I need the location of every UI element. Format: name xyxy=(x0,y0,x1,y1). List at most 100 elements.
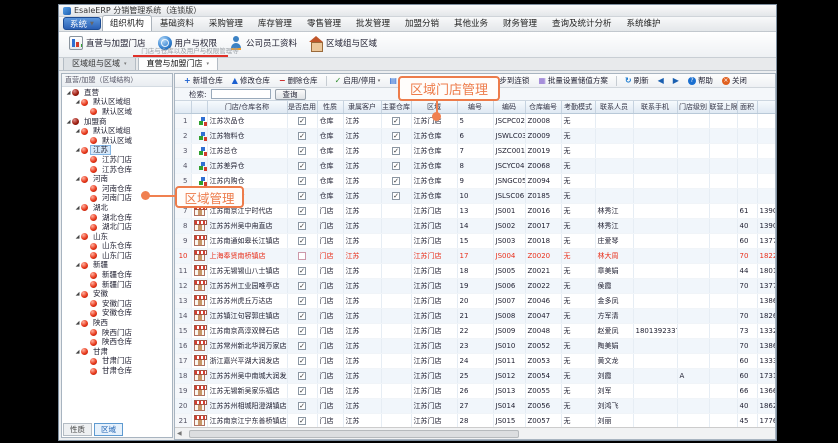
col-header-icon[interactable] xyxy=(191,101,207,113)
main-warehouse-checkbox[interactable]: ✓ xyxy=(392,162,400,170)
table-row[interactable]: 1江苏次品仓✓仓库江苏✓江苏门店5JSCPC02Z0008无 xyxy=(175,113,775,128)
enabled-checkbox[interactable]: ✓ xyxy=(298,132,306,140)
tree-node-默认区域[interactable]: 默认区域 xyxy=(62,107,172,117)
menu-item-零售管理[interactable]: 零售管理 xyxy=(300,16,348,31)
col-header-contact[interactable]: 联系人员 xyxy=(595,101,633,113)
enabled-checkbox[interactable]: ✓ xyxy=(298,387,306,395)
tree-node-默认区域组[interactable]: ◢默认区域组 xyxy=(62,126,172,136)
col-header-level[interactable]: 门店级别 xyxy=(677,101,709,113)
menu-item-组织机构[interactable]: 组织机构 xyxy=(102,15,152,31)
toolbar-button-帮助[interactable]: ?帮助 xyxy=(684,75,717,86)
table-row[interactable]: 14江苏镇江句容郭庄镇店✓门店江苏江苏门店21JS008Z0047无方军清701… xyxy=(175,308,775,323)
tree-node-新疆[interactable]: ◢新疆 xyxy=(62,261,172,271)
enabled-checkbox[interactable]: ✓ xyxy=(298,177,306,185)
col-header-no[interactable]: 编号 xyxy=(457,101,493,113)
col-header-nature[interactable]: 性质 xyxy=(317,101,343,113)
table-row[interactable]: 16江苏常州新北华润万家店✓门店江苏江苏门店23JS010Z0052无陶美娟70… xyxy=(175,338,775,353)
main-warehouse-checkbox[interactable]: ✓ xyxy=(392,147,400,155)
menu-item-系统维护[interactable]: 系统维护 xyxy=(620,16,668,31)
enabled-checkbox[interactable]: ✓ xyxy=(298,117,306,125)
tree-node-新疆仓库[interactable]: 新疆仓库 xyxy=(62,270,172,280)
tree-node-山东门店[interactable]: 山东门店 xyxy=(62,251,172,261)
enabled-checkbox[interactable]: ✓ xyxy=(298,192,306,200)
table-row[interactable]: 2江苏物料仓✓仓库江苏✓江苏仓库6JSWLC03Z0009无 xyxy=(175,128,775,143)
ribbon-button-区域组与区域[interactable]: 区域组与区域 xyxy=(305,34,385,52)
enabled-checkbox[interactable]: ✓ xyxy=(298,207,306,215)
menu-item-加盟分销[interactable]: 加盟分销 xyxy=(398,16,446,31)
table-row[interactable]: 7江苏南京江宁时代店✓门店江苏江苏门店13JS001Z0016无林秀江61139… xyxy=(175,203,775,218)
expand-icon[interactable]: ◢ xyxy=(74,128,81,134)
toolbar-button-批量设置储值方案[interactable]: ▦批量设置储值方案 xyxy=(534,75,612,86)
tree-node-山东仓库[interactable]: 山东仓库 xyxy=(62,242,172,252)
tree-node-湖北门店[interactable]: 湖北门店 xyxy=(62,222,172,232)
search-input[interactable] xyxy=(211,89,271,99)
table-row[interactable]: 20江苏苏州相城阳澄湖镇店✓门店江苏江苏门店27JS014Z0056无刘鸿飞40… xyxy=(175,398,775,413)
expand-icon[interactable]: ◢ xyxy=(74,320,81,326)
main-warehouse-checkbox[interactable]: ✓ xyxy=(392,132,400,140)
table-row[interactable]: 10上海奉贤南桥镇店门店江苏江苏门店17JS004Z0020无林大周701822… xyxy=(175,248,775,263)
expand-icon[interactable]: ◢ xyxy=(74,234,81,240)
table-row[interactable]: 8江苏苏州吴中甪直店✓门店江苏江苏门店14JS002Z0017无林秀江40139… xyxy=(175,218,775,233)
system-menu-button[interactable]: 系统 ▼ xyxy=(63,17,101,30)
tree-node-加盟商[interactable]: ◢加盟商 xyxy=(62,117,172,127)
expand-icon[interactable]: ◢ xyxy=(74,262,81,268)
enabled-checkbox[interactable]: ✓ xyxy=(298,147,306,155)
menu-item-批发管理[interactable]: 批发管理 xyxy=(349,16,397,31)
expand-icon[interactable]: ◢ xyxy=(74,176,81,182)
query-button[interactable]: 查询 xyxy=(275,89,306,100)
col-header-name[interactable]: 门店/仓库名称 xyxy=(207,101,287,113)
col-header-main[interactable]: 主要仓库 xyxy=(381,101,411,113)
enabled-checkbox[interactable]: ✓ xyxy=(298,267,306,275)
table-row[interactable]: 11江苏无锡锡山八士镇店✓门店江苏江苏门店18JS005Z0021无章美娟441… xyxy=(175,263,775,278)
menu-item-查询及统计分析[interactable]: 查询及统计分析 xyxy=(545,16,619,31)
enabled-checkbox[interactable]: ✓ xyxy=(298,417,306,425)
enabled-checkbox[interactable]: ✓ xyxy=(298,402,306,410)
menu-item-财务管理[interactable]: 财务管理 xyxy=(496,16,544,31)
toolbar-button-prev[interactable]: ◀ xyxy=(654,77,668,85)
table-row[interactable]: 4江苏差异仓✓仓库江苏✓江苏仓库8JSCYC04Z0068无 xyxy=(175,158,775,173)
scrollbar-thumb[interactable] xyxy=(189,430,519,438)
col-header-region[interactable]: 区域 xyxy=(411,101,457,113)
col-header-cap[interactable]: 联营上限 xyxy=(709,101,737,113)
menu-item-基础资料[interactable]: 基础资料 xyxy=(153,16,201,31)
col-header-phone[interactable]: 电话 xyxy=(757,101,775,113)
sidebar-tab-性质[interactable]: 性质 xyxy=(63,423,92,436)
expand-icon[interactable]: ◢ xyxy=(74,291,81,297)
table-row[interactable]: 13江苏苏州虎丘万达店✓门店江苏江苏门店20JS007Z0046无金多凤1386… xyxy=(175,293,775,308)
toolbar-button-关闭[interactable]: ×关闭 xyxy=(718,75,751,86)
expand-icon[interactable]: ◢ xyxy=(74,205,81,211)
toolbar-button-同步到连锁[interactable]: ●同步到连锁 xyxy=(479,75,533,86)
expand-icon[interactable]: ◢ xyxy=(65,119,72,125)
table-row[interactable]: 3江苏总仓✓仓库江苏✓江苏仓库7JSZC001Z0019无 xyxy=(175,143,775,158)
tree-node-陕西仓库[interactable]: 陕西仓库 xyxy=(62,337,172,347)
expand-icon[interactable]: ◢ xyxy=(74,99,81,105)
horizontal-scrollbar[interactable]: ◀ xyxy=(175,427,775,439)
toolbar-button-启用/停用[interactable]: ✓启用/停用▾ xyxy=(331,75,385,86)
enabled-checkbox[interactable]: ✓ xyxy=(298,312,306,320)
tab-直营与加盟门店[interactable]: 直营与加盟门店▾ xyxy=(138,56,219,70)
menu-item-库存管理[interactable]: 库存管理 xyxy=(251,16,299,31)
main-warehouse-checkbox[interactable]: ✓ xyxy=(392,192,400,200)
col-header-mobile[interactable]: 联系手机 xyxy=(633,101,677,113)
tree-node-安徽仓库[interactable]: 安徽仓库 xyxy=(62,309,172,319)
tree-node-新疆门店[interactable]: 新疆门店 xyxy=(62,280,172,290)
tree-node-默认区域[interactable]: 默认区域 xyxy=(62,136,172,146)
table-row[interactable]: 21江苏南京江宁东善桥镇店✓门店江苏江苏门店28JS015Z0057无刘丽451… xyxy=(175,413,775,427)
tree-node-陕西门店[interactable]: 陕西门店 xyxy=(62,328,172,338)
tree-node-甘肃门店[interactable]: 甘肃门店 xyxy=(62,357,172,367)
toolbar-button-修改仓库[interactable]: ▲修改仓库 xyxy=(228,75,274,86)
table-row[interactable]: 6江苏零食仓✓仓库江苏✓江苏仓库10JSLSC06Z0185无 xyxy=(175,188,775,203)
toolbar-button-next[interactable]: ▶ xyxy=(669,77,683,85)
table-row[interactable]: 18江苏苏州吴中南城大润发店✓门店江苏江苏门店25JS012Z0054无刘霞A6… xyxy=(175,368,775,383)
tree-node-湖北[interactable]: ◢湖北 xyxy=(62,203,172,213)
main-warehouse-checkbox[interactable]: ✓ xyxy=(392,177,400,185)
enabled-checkbox[interactable]: ✓ xyxy=(298,162,306,170)
toolbar-button-删除仓库[interactable]: −删除仓库 xyxy=(275,75,322,86)
enabled-checkbox[interactable]: ✓ xyxy=(298,327,306,335)
col-header-customer[interactable]: 隶属客户 xyxy=(343,101,381,113)
toolbar-button-刷新[interactable]: ↻刷新 xyxy=(621,75,653,86)
table-row[interactable]: 17浙江嘉兴平湖大润发店✓门店江苏江苏门店24JS011Z0053无黄文龙601… xyxy=(175,353,775,368)
enabled-checkbox[interactable]: ✓ xyxy=(298,282,306,290)
tree-node-江苏[interactable]: ◢江苏 xyxy=(62,146,172,156)
tab-区域组与区域[interactable]: 区域组与区域▾ xyxy=(63,56,136,70)
